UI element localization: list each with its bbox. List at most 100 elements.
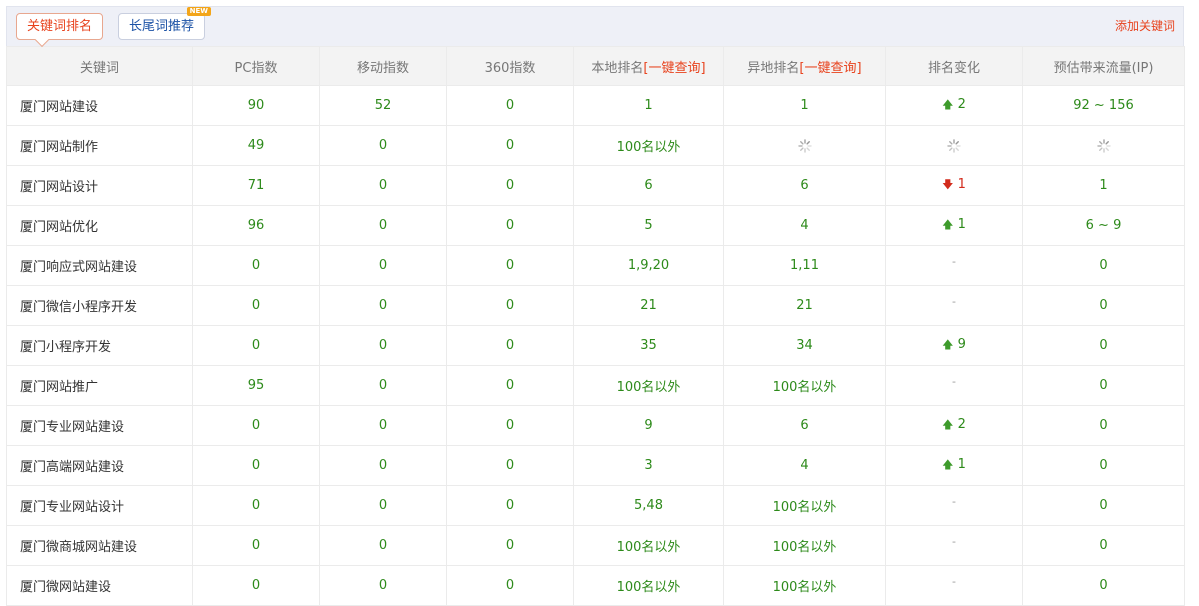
mobile-index-cell: 0 bbox=[319, 205, 447, 246]
local-rank-cell: 21 bbox=[573, 285, 724, 326]
rank-change-value: 9 bbox=[957, 337, 966, 352]
remote-rank-cell: 100名以外 bbox=[723, 525, 886, 566]
local-rank-cell: 5,48 bbox=[573, 485, 724, 526]
pc-index-cell: 96 bbox=[192, 205, 320, 246]
remote-rank-cell: 100名以外 bbox=[723, 365, 886, 406]
keyword-cell: 厦门微信小程序开发 bbox=[6, 285, 193, 326]
pc-index-cell: 90 bbox=[192, 85, 320, 126]
keyword-cell: 厦门专业网站建设 bbox=[6, 405, 193, 446]
table-row: 厦门网站制作 49 0 0 100名以外 bbox=[6, 125, 1185, 166]
360-index-cell: 0 bbox=[446, 205, 574, 246]
arrow-up-icon: 🡅 bbox=[942, 98, 954, 111]
header-remote-rank-label: 异地排名 bbox=[747, 60, 800, 76]
pc-index-cell: 0 bbox=[192, 525, 320, 566]
remote-rank-cell: 100名以外 bbox=[723, 485, 886, 526]
header-rank-change: 排名变化 bbox=[885, 46, 1023, 86]
local-one-click-query-link[interactable]: [一键查询] bbox=[643, 61, 705, 76]
table-row: 厦门微商城网站建设 0 0 0 100名以外 100名以外 -0 bbox=[6, 525, 1185, 566]
360-index-cell: 0 bbox=[446, 165, 574, 206]
traffic-cell: 0 bbox=[1022, 325, 1185, 366]
rank-change-cell: - bbox=[885, 285, 1023, 326]
table-row: 厦门高端网站建设 0 0 0 3 4 🡅 10 bbox=[6, 445, 1185, 486]
rank-change-cell bbox=[885, 125, 1023, 166]
keyword-cell: 厦门高端网站建设 bbox=[6, 445, 193, 486]
mobile-index-cell: 0 bbox=[319, 365, 447, 406]
table-header-row: 关键词 PC指数 移动指数 360指数 本地排名[一键查询] 异地排名[一键查询… bbox=[6, 46, 1185, 86]
mobile-index-cell: 0 bbox=[319, 285, 447, 326]
mobile-index-cell: 0 bbox=[319, 485, 447, 526]
local-rank-cell: 100名以外 bbox=[573, 525, 724, 566]
header-mobile-index: 移动指数 bbox=[319, 46, 447, 86]
rank-change-value: - bbox=[952, 295, 956, 308]
keyword-rank-table: 关键词 PC指数 移动指数 360指数 本地排名[一键查询] 异地排名[一键查询… bbox=[6, 46, 1185, 606]
header-local-rank: 本地排名[一键查询] bbox=[573, 46, 724, 86]
360-index-cell: 0 bbox=[446, 365, 574, 406]
local-rank-cell: 3 bbox=[573, 445, 724, 486]
rank-change-value: 1 bbox=[957, 217, 966, 232]
keyword-cell: 厦门小程序开发 bbox=[6, 325, 193, 366]
table-row: 厦门专业网站设计 0 0 0 5,48 100名以外 -0 bbox=[6, 485, 1185, 526]
rank-change-value: 1 bbox=[957, 177, 966, 192]
local-rank-cell: 100名以外 bbox=[573, 125, 724, 166]
tab-bar: 关键词排名 长尾词推荐 NEW 添加关键词 bbox=[6, 6, 1184, 46]
rank-change-cell: - bbox=[885, 245, 1023, 286]
remote-one-click-query-link[interactable]: [一键查询] bbox=[799, 61, 861, 76]
keyword-panel: 关键词排名 长尾词推荐 NEW 添加关键词 关键词 PC指数 移动指数 360指… bbox=[6, 6, 1185, 606]
add-keyword-link[interactable]: 添加关键词 bbox=[1115, 17, 1175, 34]
keyword-cell: 厦门网站设计 bbox=[6, 165, 193, 206]
rank-change-value: - bbox=[952, 495, 956, 508]
traffic-cell: 92 ~ 156 bbox=[1022, 85, 1185, 126]
pc-index-cell: 0 bbox=[192, 485, 320, 526]
360-index-cell: 0 bbox=[446, 325, 574, 366]
mobile-index-cell: 52 bbox=[319, 85, 447, 126]
360-index-cell: 0 bbox=[446, 245, 574, 286]
mobile-index-cell: 0 bbox=[319, 165, 447, 206]
tab-longtail-recommend[interactable]: 长尾词推荐 NEW bbox=[118, 7, 212, 40]
keyword-cell: 厦门响应式网站建设 bbox=[6, 245, 193, 286]
mobile-index-cell: 0 bbox=[319, 445, 447, 486]
pc-index-cell: 95 bbox=[192, 365, 320, 406]
360-index-cell: 0 bbox=[446, 285, 574, 326]
mobile-index-cell: 0 bbox=[319, 325, 447, 366]
table-row: 厦门专业网站建设 0 0 0 9 6 🡅 20 bbox=[6, 405, 1185, 446]
loading-spinner-icon bbox=[1096, 138, 1111, 153]
traffic-cell: 0 bbox=[1022, 445, 1185, 486]
remote-rank-cell bbox=[723, 125, 886, 166]
arrow-up-icon: 🡅 bbox=[942, 418, 954, 431]
rank-change-cell: - bbox=[885, 525, 1023, 566]
arrow-up-icon: 🡅 bbox=[942, 338, 954, 351]
header-360-index: 360指数 bbox=[446, 46, 574, 86]
remote-rank-cell: 34 bbox=[723, 325, 886, 366]
360-index-cell: 0 bbox=[446, 445, 574, 486]
local-rank-cell: 5 bbox=[573, 205, 724, 246]
traffic-cell bbox=[1022, 125, 1185, 166]
header-traffic: 预估带来流量(IP) bbox=[1022, 46, 1185, 86]
rank-change-value: - bbox=[952, 375, 956, 388]
tab-longtail-label: 长尾词推荐 bbox=[129, 19, 195, 34]
pc-index-cell: 0 bbox=[192, 325, 320, 366]
360-index-cell: 0 bbox=[446, 405, 574, 446]
remote-rank-cell: 6 bbox=[723, 405, 886, 446]
table-row: 厦门网站建设 90 52 0 1 1 🡅 2 92 ~ 156 bbox=[6, 85, 1185, 126]
pc-index-cell: 0 bbox=[192, 445, 320, 486]
local-rank-cell: 35 bbox=[573, 325, 724, 366]
header-keyword: 关键词 bbox=[6, 46, 193, 86]
loading-spinner-icon bbox=[797, 138, 812, 153]
keyword-cell: 厦门微商城网站建设 bbox=[6, 525, 193, 566]
360-index-cell: 0 bbox=[446, 525, 574, 566]
pc-index-cell: 0 bbox=[192, 405, 320, 446]
new-badge: NEW bbox=[186, 7, 212, 16]
rank-change-cell: - bbox=[885, 485, 1023, 526]
mobile-index-cell: 0 bbox=[319, 405, 447, 446]
keyword-cell: 厦门网站建设 bbox=[6, 85, 193, 126]
rank-change-value: 2 bbox=[957, 97, 966, 112]
header-local-rank-label: 本地排名 bbox=[591, 60, 644, 76]
keyword-cell: 厦门网站推广 bbox=[6, 365, 193, 406]
table-body: 厦门网站建设 90 52 0 1 1 🡅 2 92 ~ 156 厦门网站制作 49 0 0 100名以外… bbox=[6, 85, 1185, 606]
pc-index-cell: 0 bbox=[192, 285, 320, 326]
traffic-cell: 0 bbox=[1022, 245, 1185, 286]
rank-change-cell: 🡅 1 bbox=[885, 445, 1023, 486]
header-pc-index: PC指数 bbox=[192, 46, 320, 86]
tab-keyword-rank[interactable]: 关键词排名 bbox=[16, 13, 104, 40]
remote-rank-cell: 21 bbox=[723, 285, 886, 326]
